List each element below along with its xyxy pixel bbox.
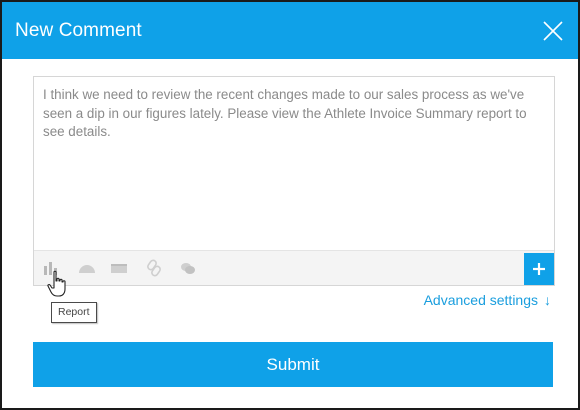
hand-pointer-icon — [47, 270, 66, 297]
report-tooltip: Report — [51, 302, 97, 323]
submit-button[interactable]: Submit — [33, 342, 553, 387]
close-icon — [543, 21, 563, 41]
dashboard-icon — [79, 265, 95, 273]
advanced-settings-label: Advanced settings — [423, 292, 538, 308]
comment-editor[interactable]: I think we need to review the recent cha… — [33, 76, 555, 286]
link-button[interactable] — [144, 259, 164, 277]
content-button[interactable] — [109, 259, 129, 277]
comments-icon — [181, 263, 195, 274]
new-comment-dialog: New Comment I think we need to review th… — [0, 0, 580, 410]
comment-text[interactable]: I think we need to review the recent cha… — [43, 86, 538, 142]
close-button[interactable] — [542, 20, 564, 42]
dialog-title: New Comment — [15, 20, 142, 41]
advanced-settings-link[interactable]: Advanced settings ↓ — [424, 292, 551, 308]
comment-toolbar — [34, 250, 554, 285]
plus-icon — [533, 263, 545, 275]
comments-button[interactable] — [178, 259, 198, 277]
dialog-titlebar: New Comment — [2, 2, 578, 59]
arrow-down-icon: ↓ — [544, 292, 551, 308]
link-icon — [147, 259, 161, 277]
dashboard-button[interactable] — [77, 259, 97, 277]
content-icon — [111, 264, 127, 273]
add-attachment-button[interactable] — [524, 253, 554, 285]
